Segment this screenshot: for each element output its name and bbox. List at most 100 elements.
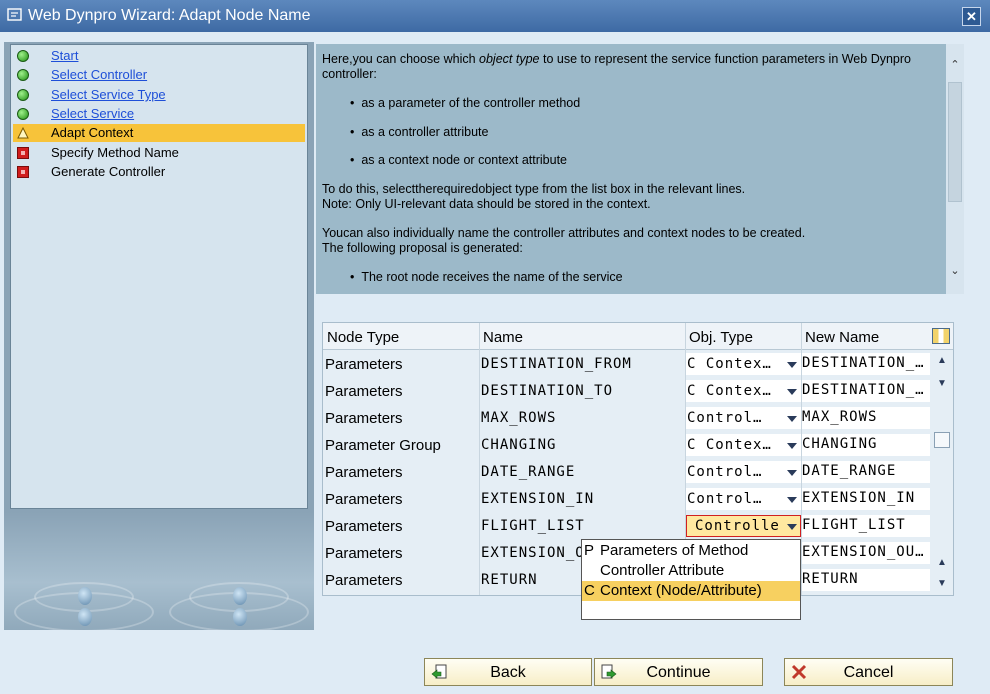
obj-type-value: Control… [687, 410, 763, 426]
cell-node-type: Parameters [325, 410, 403, 427]
new-name-input[interactable]: DESTINATION_… [802, 380, 930, 402]
obj-type-select-open[interactable]: Controlle [686, 515, 801, 537]
scroll-down-icon[interactable]: ⌄ [948, 264, 962, 278]
scroll-thumb[interactable] [934, 432, 950, 448]
dropdown-arrow-icon[interactable] [787, 443, 797, 449]
col-header-new-name[interactable]: New Name [805, 329, 879, 346]
obj-type-select[interactable]: Control… [686, 461, 801, 483]
obj-type-value: C Contex… [687, 356, 772, 372]
new-name-input[interactable]: FLIGHT_LIST [802, 515, 930, 537]
new-name-input[interactable]: DATE_RANGE [802, 461, 930, 483]
continue-label: Continue [646, 664, 711, 681]
new-name-input[interactable]: RETURN [802, 569, 930, 591]
green-status-icon [17, 69, 29, 81]
cell-node-type: Parameters [325, 383, 403, 400]
back-label: Back [490, 664, 526, 681]
info-text-panel: Here,you can choose which object type to… [316, 44, 946, 294]
dropdown-arrow-icon[interactable] [787, 416, 797, 422]
new-name-input[interactable]: EXTENSION_IN [802, 488, 930, 510]
info-bullet: • The root node receives the name of the… [350, 270, 623, 284]
option-key: C [584, 582, 595, 599]
table-scrollbar[interactable]: ▲ ▼ ▲ ▼ [931, 350, 953, 595]
step-label[interactable]: Start [51, 48, 78, 63]
obj-type-select[interactable]: Control… [686, 488, 801, 510]
cell-node-type: Parameters [325, 356, 403, 373]
table-row-active[interactable]: Parameters FLIGHT_LIST Controlle FLIGHT_… [323, 513, 931, 540]
scroll-down-icon[interactable]: ▼ [936, 378, 948, 389]
dropdown-arrow-icon[interactable] [787, 497, 797, 503]
cell-node-type: Parameters [325, 572, 403, 589]
info-scrollbar[interactable]: ⌃ ⌄ [946, 44, 964, 294]
scroll-up-icon[interactable]: ⌃ [948, 58, 962, 72]
step-select-service[interactable]: Select Service [13, 105, 305, 123]
new-name-input[interactable]: DESTINATION_… [802, 353, 930, 375]
option-label: Controller Attribute [600, 562, 725, 579]
table-row[interactable]: Parameter Group CHANGING C Contex… CHANG… [323, 432, 931, 459]
col-header-name[interactable]: Name [483, 329, 523, 346]
dropdown-option[interactable]: P Parameters of Method [582, 541, 800, 561]
obj-type-select[interactable]: Control… [686, 407, 801, 429]
green-status-icon [17, 50, 29, 62]
step-start[interactable]: Start [13, 47, 305, 65]
obj-type-select[interactable]: C Contex… [686, 380, 801, 402]
obj-type-dropdown-list: P Parameters of Method Controller Attribu… [581, 539, 801, 620]
page-up-icon[interactable]: ▲ [936, 557, 948, 568]
step-select-service-type[interactable]: Select Service Type [13, 86, 305, 104]
option-key: P [584, 542, 595, 559]
scroll-up-icon[interactable]: ▲ [936, 355, 948, 366]
obj-type-value: C Contex… [687, 437, 772, 453]
window-title: Web Dynpro Wizard: Adapt Node Name [28, 7, 311, 24]
page-down-icon[interactable]: ▼ [936, 578, 948, 589]
dropdown-option-selected[interactable]: C Context (Node/Attribute) [582, 581, 800, 601]
red-status-icon [17, 166, 29, 178]
col-header-obj-type[interactable]: Obj. Type [689, 329, 753, 346]
step-label: Specify Method Name [51, 145, 179, 160]
dropdown-arrow-icon[interactable] [787, 362, 797, 368]
column-settings-icon[interactable] [932, 328, 950, 344]
scroll-thumb[interactable] [948, 82, 962, 202]
info-bullet: • as a controller attribute [350, 125, 489, 139]
obj-type-select[interactable]: C Contex… [686, 353, 801, 375]
step-label[interactable]: Select Controller [51, 67, 147, 82]
close-icon[interactable]: ✕ [962, 7, 981, 26]
cell-node-type: Parameters [325, 518, 403, 535]
cell-name: FLIGHT_LIST [481, 518, 585, 534]
cell-name: CHANGING [481, 437, 557, 453]
dropdown-arrow-icon[interactable] [787, 524, 797, 530]
dropdown-option[interactable]: Controller Attribute [582, 561, 800, 581]
obj-type-value: Controlle [695, 518, 780, 534]
back-button[interactable]: Back [424, 658, 592, 686]
table-row[interactable]: Parameters DATE_RANGE Control… DATE_RANG… [323, 459, 931, 486]
dropdown-arrow-icon[interactable] [787, 389, 797, 395]
decorative-water-image [4, 512, 314, 630]
obj-type-value: Control… [687, 464, 763, 480]
new-name-input[interactable]: CHANGING [802, 434, 930, 456]
table-row[interactable]: Parameters MAX_ROWS Control… MAX_ROWS [323, 405, 931, 432]
step-label[interactable]: Select Service [51, 106, 134, 121]
new-name-value: DESTINATION_… [802, 382, 925, 398]
table-row[interactable]: Parameters DESTINATION_FROM C Contex… DE… [323, 351, 931, 378]
obj-type-select[interactable]: C Contex… [686, 434, 801, 456]
obj-type-value: Control… [687, 491, 763, 507]
step-select-controller[interactable]: Select Controller [13, 66, 305, 84]
new-name-input[interactable]: EXTENSION_OU… [802, 542, 930, 564]
col-header-node-type[interactable]: Node Type [327, 329, 399, 346]
table-row[interactable]: Parameters EXTENSION_IN Control… EXTENSI… [323, 486, 931, 513]
new-name-input[interactable]: MAX_ROWS [802, 407, 930, 429]
green-status-icon [17, 108, 29, 120]
cell-name: MAX_ROWS [481, 410, 557, 426]
cancel-button[interactable]: Cancel [784, 658, 953, 686]
info-bullet: • as a parameter of the controller metho… [350, 96, 581, 110]
table-row[interactable]: Parameters DESTINATION_TO C Contex… DEST… [323, 378, 931, 405]
continue-button[interactable]: Continue [594, 658, 763, 686]
cell-node-type: Parameters [325, 545, 403, 562]
step-label[interactable]: Select Service Type [51, 87, 166, 102]
red-status-icon [17, 147, 29, 159]
cell-node-type: Parameter Group [325, 437, 441, 454]
info-also: Youcan also individually name the contro… [322, 226, 806, 255]
title-bar: Web Dynpro Wizard: Adapt Node Name ✕ [0, 0, 990, 32]
dropdown-arrow-icon[interactable] [787, 470, 797, 476]
new-name-value: RETURN [802, 571, 859, 587]
new-name-value: MAX_ROWS [802, 409, 878, 425]
new-name-value: FLIGHT_LIST [802, 517, 906, 533]
